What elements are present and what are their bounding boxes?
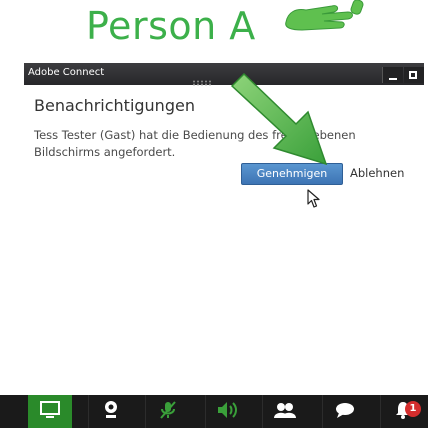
notification-message-line2: Bildschirms angefordert. [34,145,176,159]
notification-count-badge: 1 [405,401,421,417]
speaker-button[interactable] [205,395,250,428]
chat-button[interactable] [322,395,367,428]
notification-message-line1: Tess Tester (Gast) hat die Bedienung des… [34,128,356,142]
microphone-button[interactable] [145,395,190,428]
camera-button[interactable] [88,395,133,428]
raised-hand-icon [282,0,364,36]
drag-grip-icon[interactable] [192,71,214,90]
minimize-button[interactable] [382,67,403,83]
monitor-icon [40,400,60,423]
person-label: Person A [86,4,256,48]
mouse-pointer-icon [307,189,321,213]
bottom-toolbar [0,395,428,428]
notification-message: Tess Tester (Gast) hat die Bedienung des… [34,127,404,161]
adobe-connect-window: Adobe Connect Benachrichtigungen Tess Te… [24,63,424,363]
attendees-icon [274,401,296,423]
maximize-button[interactable] [404,67,424,83]
decline-button[interactable]: Ablehnen [350,166,404,180]
share-screen-button[interactable] [28,395,72,428]
app-title: Adobe Connect [28,67,105,78]
speaker-icon [217,401,239,423]
person-caption: Person A [0,0,428,62]
microphone-muted-icon [159,400,177,424]
green-arrow-icon [228,72,330,174]
chat-bubble-icon [335,401,355,423]
notifications-title: Benachrichtigungen [34,96,195,115]
webcam-icon [103,400,119,424]
attendees-button[interactable] [262,395,307,428]
titlebar: Adobe Connect [24,63,424,86]
